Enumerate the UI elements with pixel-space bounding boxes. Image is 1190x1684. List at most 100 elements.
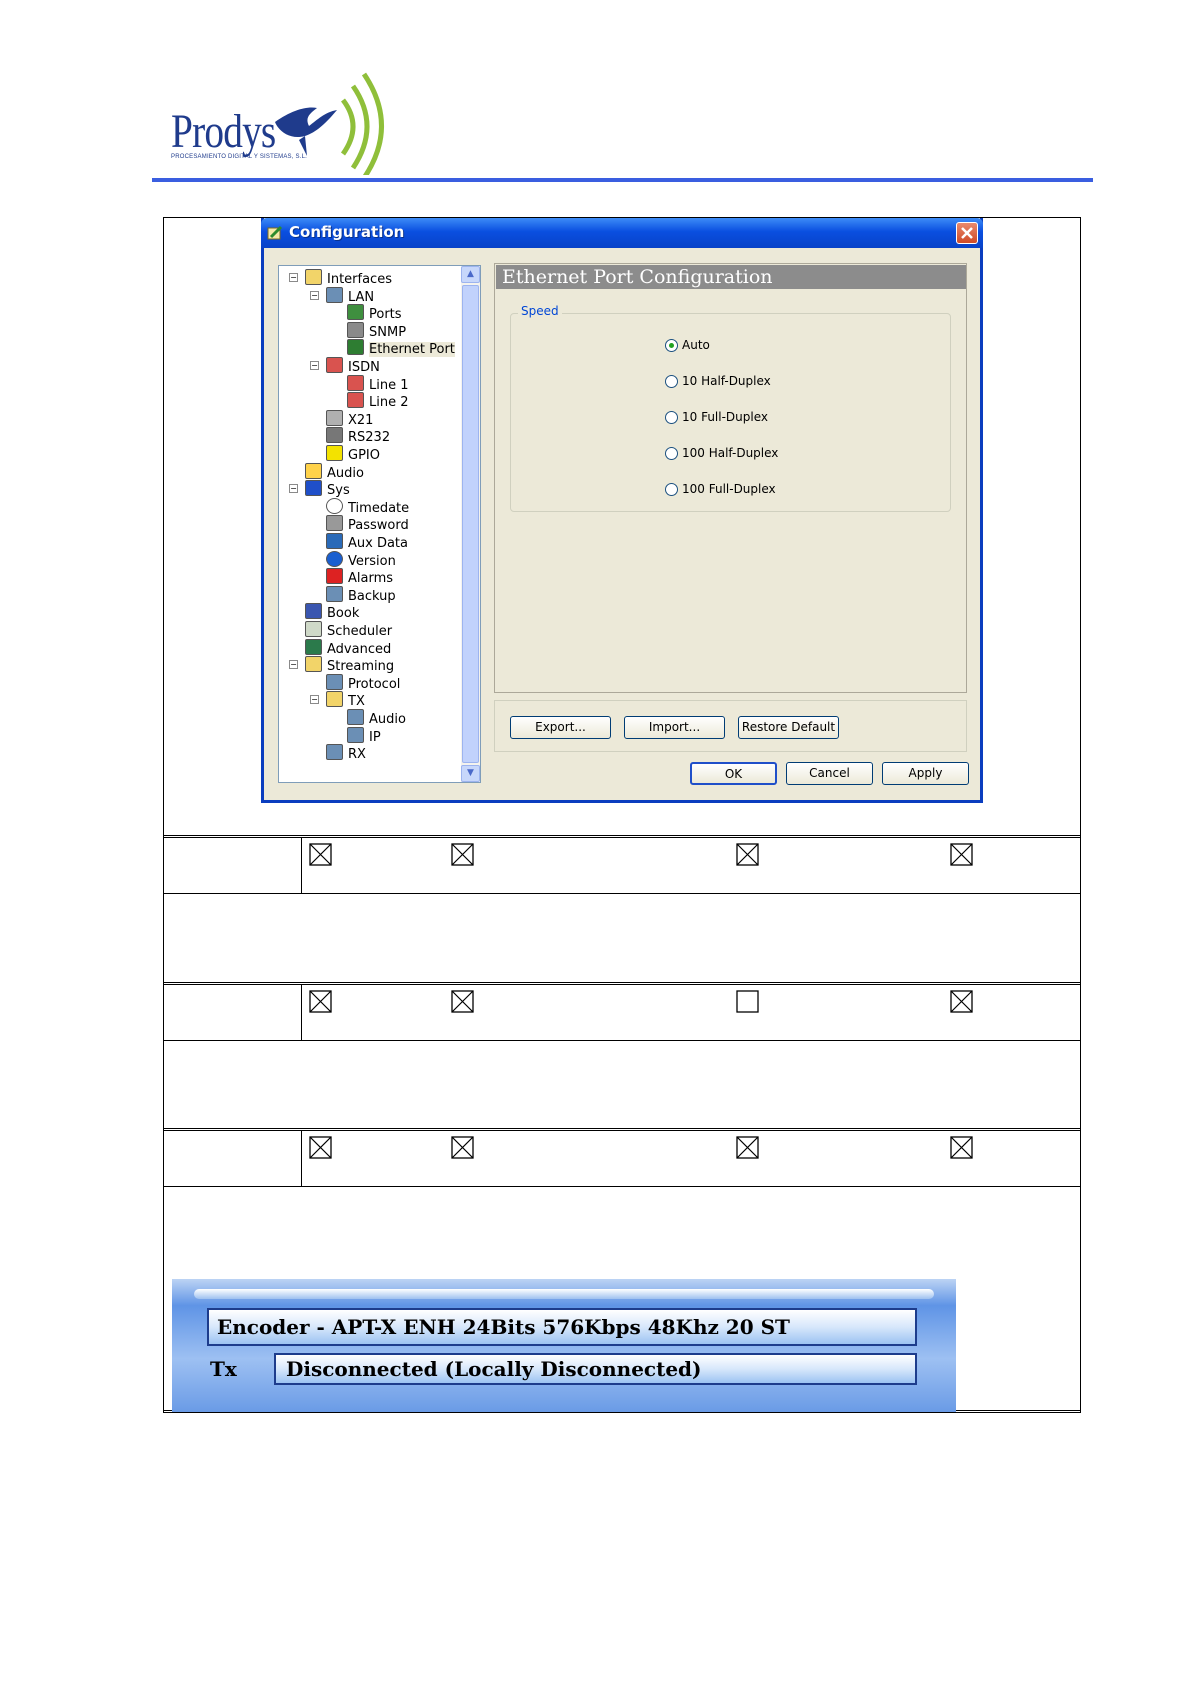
radio-button[interactable] [665,447,678,460]
tree-item-label: Ports [369,307,402,323]
tree-item[interactable]: Audio [347,709,406,728]
speed-option[interactable]: 100 Full-Duplex [665,482,776,496]
tree-expander[interactable]: − [310,290,319,300]
network-icon [326,585,343,602]
radio-button[interactable] [665,339,678,352]
header-rule [152,178,1093,182]
dialog-title: Configuration [289,223,405,241]
tree-item-label: Aux Data [348,536,408,551]
checked-box-icon [309,990,332,1013]
tree-item[interactable]: Interfaces [305,269,392,288]
checked-box-icon [451,843,474,866]
tree-item[interactable]: Scheduler [305,621,392,640]
tree-item-label: Alarms [348,571,394,587]
table-column-divider [301,984,302,1040]
encoder-status-field: Encoder - APT-X ENH 24Bits 576Kbps 48Khz… [207,1308,917,1346]
speed-option[interactable]: Auto [665,338,710,352]
scroll-down-button[interactable]: ▼ [461,765,480,782]
tree-item[interactable]: Aux Data [326,533,408,552]
tree-item[interactable]: LAN [326,286,375,306]
table-column-divider [301,1130,302,1186]
tree-scrollbar[interactable]: ▲ ▼ [461,266,480,782]
tree-item[interactable]: Backup [326,585,396,605]
tree-item[interactable]: Timedate [326,497,410,517]
tree-item-label: Line 1 [369,377,409,393]
cancel-button[interactable]: Cancel [786,762,873,785]
radio-button[interactable] [665,375,678,388]
tree-item[interactable]: IP [347,726,381,746]
alarm-icon [326,568,343,585]
speed-option-label: 100 Full-Duplex [682,482,776,496]
apply-button[interactable]: Apply [882,762,969,785]
tree-item-label: LAN [348,289,375,305]
tree-item[interactable]: TX [326,691,365,710]
tree-item-label: Timedate [348,500,410,516]
speed-option[interactable]: 100 Half-Duplex [665,446,778,460]
export-button[interactable]: Export... [510,716,611,739]
tree-expander[interactable]: − [289,273,298,282]
tree-item[interactable]: GPIO [326,445,380,464]
speed-option-label: Auto [682,338,710,352]
panel-title: Ethernet Port Configuration [502,266,773,288]
tree-item[interactable]: RX [326,744,366,763]
help-icon [326,550,343,567]
globe-icon [347,304,364,321]
speed-option-label: 100 Half-Duplex [682,446,779,460]
tree-item[interactable]: Advanced [305,638,391,658]
dialog-titlebar[interactable]: Configuration [261,218,983,248]
tree-item[interactable]: Streaming [305,656,394,675]
table-divider [163,893,1081,894]
tree-item-label: GPIO [348,448,380,463]
unchecked-box-icon [736,990,759,1013]
scroll-up-button[interactable]: ▲ [461,266,480,283]
checked-box-icon [451,1136,474,1159]
tree-item[interactable]: Line 2 [347,392,409,411]
scheduler-icon [305,621,322,637]
tree-item[interactable]: Book [305,603,359,622]
tree-expander[interactable]: − [289,660,298,670]
tree-item[interactable]: Audio [305,462,364,482]
close-button[interactable] [956,222,978,244]
import-button[interactable]: Import... [624,716,725,739]
tree-item[interactable]: Version [326,550,396,570]
tree-item-label: Interfaces [327,272,392,287]
tree-item[interactable]: Password [326,515,409,534]
speed-option[interactable]: 10 Half-Duplex [665,374,771,388]
ethernet-card-icon [347,339,364,356]
scroll-thumb[interactable] [462,285,479,763]
tree-expander[interactable]: − [310,361,319,370]
restore-default-button[interactable]: Restore Default [738,716,839,739]
radio-button[interactable] [665,483,678,496]
tree-item-label: Audio [369,712,406,727]
radio-button[interactable] [665,411,678,424]
config-tree[interactable]: Interfaces − LAN − Ports SNMP Ethernet Port ISD… [278,265,481,783]
folder-icon [326,691,343,708]
tree-item[interactable]: X21 [326,409,373,429]
tree-item[interactable]: Line 1 [347,374,409,394]
tree-expander[interactable]: − [289,484,298,494]
tree-expander[interactable]: − [310,695,319,705]
isdn-line-icon [347,374,364,391]
tx-status-field: Disconnected (Locally Disconnected) [274,1353,917,1385]
ok-button[interactable]: OK [690,762,777,785]
tree-item-label: Version [348,553,396,569]
checked-box-icon [736,1136,759,1159]
tree-item[interactable]: Alarms [326,568,393,587]
snmp-icon [347,321,364,338]
speed-option[interactable]: 10 Full-Duplex [665,410,768,424]
folder-icon [305,269,322,285]
configuration-icon [267,225,283,240]
tree-item[interactable]: Ports [347,304,402,323]
tree-item[interactable]: Protocol [326,673,400,693]
close-icon [961,227,973,239]
tree-item-label: Sys [327,483,350,499]
tree-item[interactable]: Ethernet Port [347,339,455,358]
tree-item[interactable]: SNMP [347,321,406,341]
tree-item[interactable]: RS232 [326,427,390,446]
tree-item-label: Password [348,518,409,534]
speed-option-label: 10 Half-Duplex [682,374,771,388]
tree-item[interactable]: Sys [305,480,350,499]
checked-box-icon [309,843,332,866]
tree-item[interactable]: ISDN [326,357,380,376]
speed-option-label: 10 Full-Duplex [682,410,769,424]
